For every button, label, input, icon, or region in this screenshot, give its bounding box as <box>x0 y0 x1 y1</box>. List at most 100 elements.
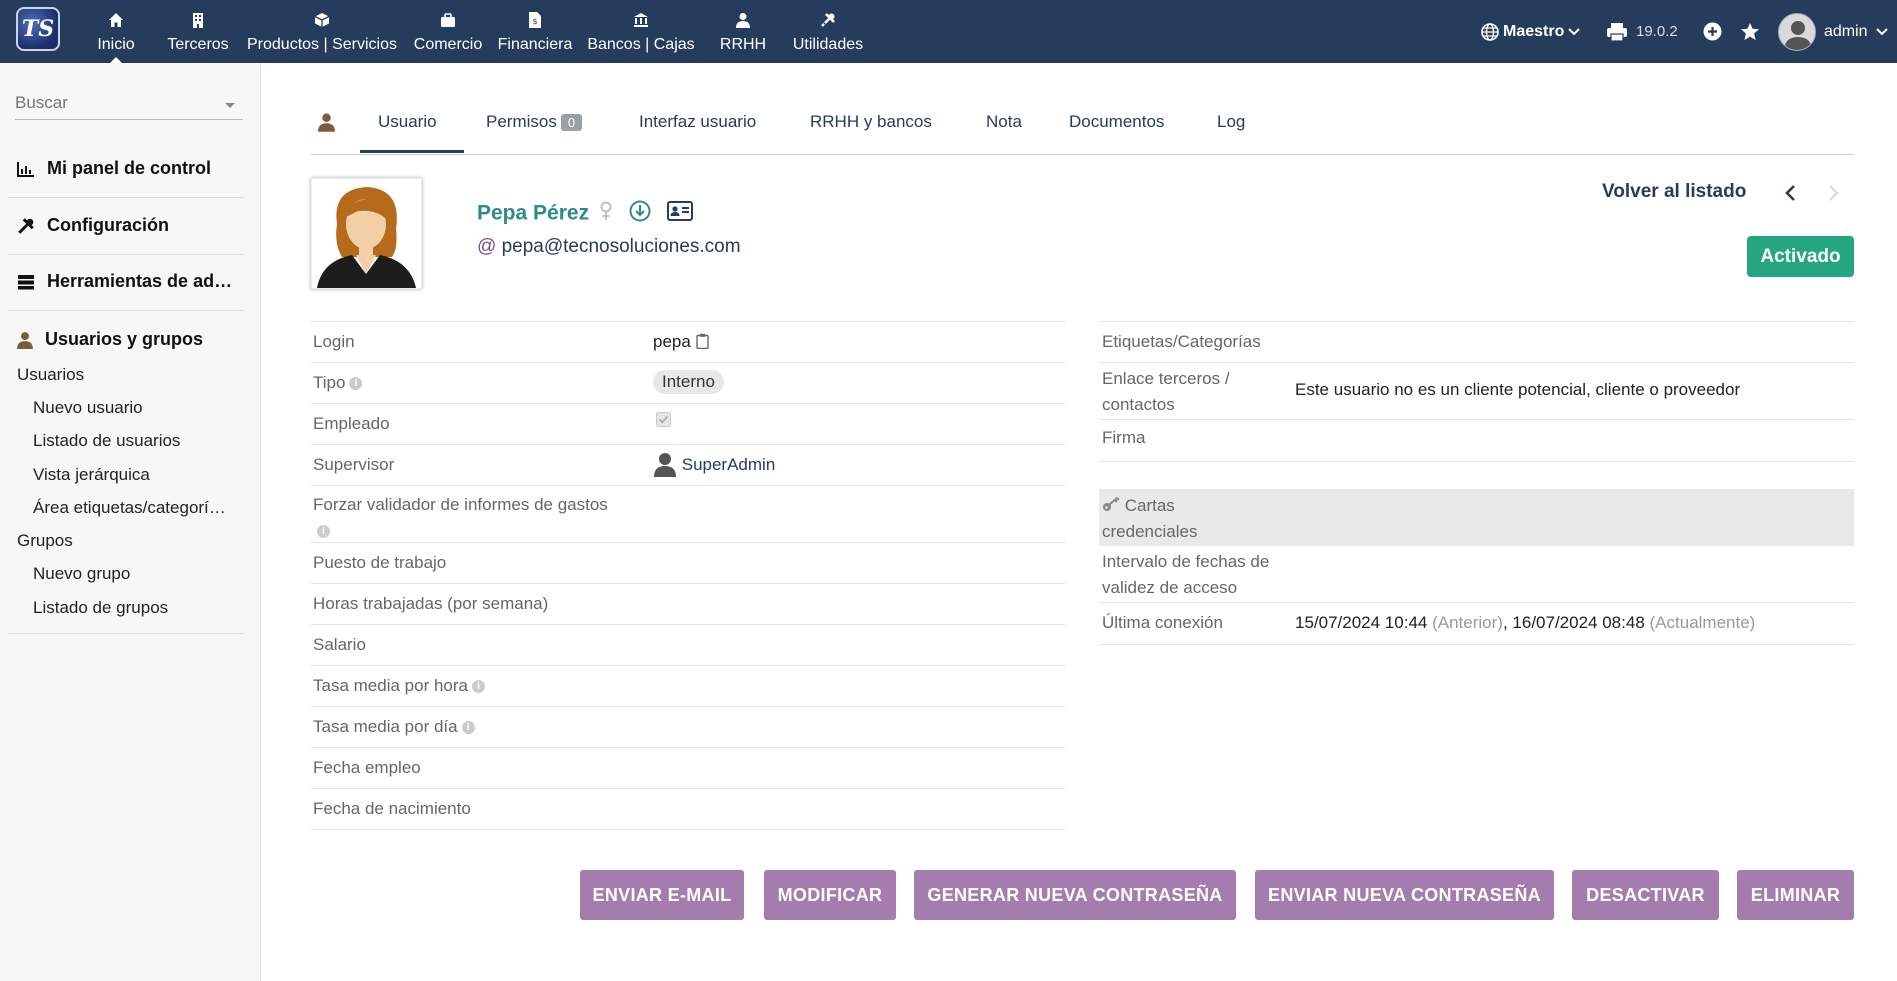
status-badge[interactable]: Activado <box>1747 236 1854 277</box>
sidebar-link-listado-usuarios[interactable]: Listado de usuarios <box>33 431 180 451</box>
previous-tag: (Anterior) <box>1432 613 1503 632</box>
clipboard-icon[interactable] <box>695 333 709 350</box>
supervisor-link[interactable]: SuperAdmin <box>653 451 775 477</box>
sidebar-heading-grupos[interactable]: Grupos <box>17 531 73 551</box>
menu-rrhh[interactable]: RRHH <box>720 0 766 63</box>
supervisor-name: SuperAdmin <box>681 455 776 474</box>
menu-terceros[interactable]: Terceros <box>164 0 232 63</box>
send-email-button[interactable]: ENVIAR E-MAIL <box>580 870 744 920</box>
send-password-button[interactable]: ENVIAR NUEVA CONTRASEÑA <box>1255 870 1554 920</box>
chevron-down-icon[interactable] <box>225 103 235 113</box>
field-label: Fecha de nacimiento <box>313 799 471 818</box>
info-icon[interactable]: i <box>461 721 475 735</box>
field-login: Login pepa <box>311 322 1065 363</box>
tab-label: Permisos <box>486 112 557 131</box>
label-line: contactos <box>1102 395 1175 414</box>
user-email[interactable]: @ pepa@tecnosoluciones.com <box>477 236 741 258</box>
sidebar-link-nuevo-grupo[interactable]: Nuevo grupo <box>33 564 130 584</box>
sidebar-link-area-etiquetas[interactable]: Área etiquetas/categorí… <box>33 498 226 518</box>
tab-interfaz-usuario[interactable]: Interfaz usuario <box>639 112 756 132</box>
menu-label: Terceros <box>167 36 229 53</box>
field-label: Etiquetas/Categorías <box>1102 332 1261 351</box>
menu-label: Productos | Servicios <box>247 36 397 53</box>
field-label: Supervisor <box>313 455 395 474</box>
previous-login: 15/07/2024 10:44 <box>1295 613 1428 632</box>
field-value: Interno <box>653 370 724 394</box>
briefcase-icon <box>440 10 456 30</box>
deactivate-button[interactable]: DESACTIVAR <box>1572 870 1719 920</box>
invoice-icon: $ <box>529 10 541 30</box>
menu-label: Inicio <box>97 36 135 53</box>
sidebar-item-label: Usuarios y grupos <box>45 329 204 349</box>
chevron-down-icon <box>1875 27 1888 35</box>
tab-usuario[interactable]: Usuario <box>378 112 437 132</box>
sidebar-item-usuarios-grupos[interactable]: Usuarios y grupos <box>17 329 203 350</box>
label-line: validez de acceso <box>1102 578 1238 597</box>
field-label: Empleado <box>313 414 390 433</box>
female-avatar-icon <box>317 187 416 288</box>
field-fecha-nacimiento: Fecha de nacimiento <box>311 789 1065 830</box>
menu-label: Comercio <box>413 36 483 53</box>
menu-inicio[interactable]: Inicio <box>94 0 138 63</box>
back-to-list-link[interactable]: Volver al listado <box>1602 181 1746 203</box>
sidebar-item-dashboard[interactable]: Mi panel de control <box>17 158 211 179</box>
tab-permisos[interactable]: Permisos 0 <box>486 112 583 132</box>
info-icon[interactable]: i <box>349 377 363 391</box>
sidebar-link-vista-jerarquica[interactable]: Vista jerárquica <box>33 465 150 485</box>
field-label: Fecha empleo <box>313 758 421 777</box>
sidebar-item-configuracion[interactable]: Configuración <box>17 215 169 236</box>
field-tasa-dia: Tasa media por día i <box>311 707 1065 748</box>
generate-password-button[interactable]: GENERAR NUEVA CONTRASEÑA <box>914 870 1236 920</box>
menu-comercio[interactable]: Comercio <box>413 0 483 63</box>
user-photo[interactable] <box>311 178 422 289</box>
menu-financiera[interactable]: $ Financiera <box>497 0 573 63</box>
sidebar-search[interactable] <box>15 93 243 120</box>
info-icon[interactable]: i <box>317 525 330 539</box>
info-icon[interactable]: i <box>471 680 485 694</box>
field-label: Firma <box>1102 428 1146 447</box>
label-text: Tasa media por hora <box>313 676 468 695</box>
id-card-icon[interactable] <box>666 201 693 227</box>
chevron-left-icon <box>1785 185 1795 201</box>
tab-rrhh-bancos[interactable]: RRHH y bancos <box>810 112 932 132</box>
sidebar-link-nuevo-usuario[interactable]: Nuevo usuario <box>33 398 143 418</box>
menu-productos[interactable]: Productos | Servicios <box>246 0 398 63</box>
field-ultima-conexion: Última conexión 15/07/2024 10:44 (Anteri… <box>1099 603 1854 645</box>
delete-button[interactable]: ELIMINAR <box>1737 870 1854 920</box>
next-record-button[interactable] <box>1828 184 1840 207</box>
print-icon <box>1607 22 1627 42</box>
print-button[interactable] <box>1606 0 1628 63</box>
sidebar-item-label: Configuración <box>47 215 169 235</box>
field-forzar-validador: Forzar validador de informes de gastos i <box>311 486 1065 543</box>
tab-nota[interactable]: Nota <box>986 112 1022 132</box>
add-button[interactable] <box>1703 0 1722 63</box>
field-empleado: Empleado <box>311 404 1065 445</box>
sidebar-heading-usuarios[interactable]: Usuarios <box>17 365 84 385</box>
label-line: Cartas <box>1124 496 1175 515</box>
field-fecha-empleo: Fecha empleo <box>311 748 1065 789</box>
label-line: credenciales <box>1102 522 1198 541</box>
menu-utilidades[interactable]: Utilidades <box>791 0 865 63</box>
current-login: 16/07/2024 08:48 <box>1512 613 1645 632</box>
sidebar-link-listado-grupos[interactable]: Listado de grupos <box>33 598 168 618</box>
building-icon <box>191 10 205 30</box>
user-menu[interactable]: admin <box>1778 0 1888 63</box>
user-avatar-icon <box>1778 12 1816 51</box>
modify-button[interactable]: MODIFICAR <box>764 870 896 920</box>
menu-label: Utilidades <box>792 36 864 53</box>
tab-documentos[interactable]: Documentos <box>1069 112 1164 132</box>
field-firma: Firma <box>1099 420 1854 462</box>
sidebar-item-label: Herramientas de ad… <box>47 271 233 291</box>
divider <box>8 310 244 311</box>
entity-selector[interactable]: Maestro <box>1481 0 1581 63</box>
app-logo[interactable]: TS <box>16 7 60 51</box>
download-vcard-icon[interactable] <box>629 200 651 228</box>
field-label: Tasa media por hora i <box>313 676 485 696</box>
search-input[interactable] <box>15 93 215 113</box>
tab-log[interactable]: Log <box>1217 112 1245 132</box>
bookmarks-button[interactable] <box>1740 0 1760 63</box>
previous-record-button[interactable] <box>1784 184 1796 207</box>
sidebar-item-herramientas[interactable]: Herramientas de ad… <box>17 271 232 292</box>
user-icon <box>17 331 33 349</box>
menu-bancos[interactable]: Bancos | Cajas <box>587 0 695 63</box>
